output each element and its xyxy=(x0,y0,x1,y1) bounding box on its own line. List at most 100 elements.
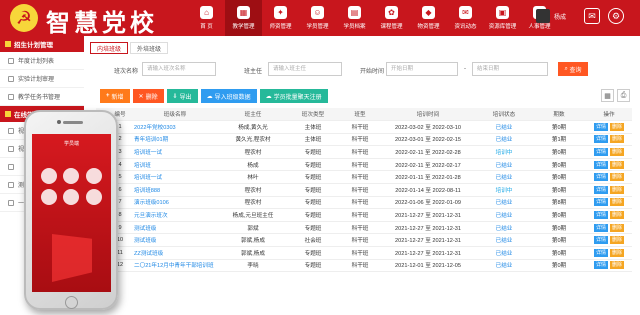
class-type: 专题班 xyxy=(286,208,340,222)
detail-button[interactable]: 详情 xyxy=(593,173,608,182)
delete-row-button[interactable]: 删除 xyxy=(610,223,625,232)
row-actions: 详情 删除 xyxy=(586,259,632,273)
sidebar-item[interactable]: 教学任务书管理 xyxy=(0,88,84,106)
class-type: 专题班 xyxy=(286,158,340,172)
nav-item-6[interactable]: ◆ 物资管理 xyxy=(410,0,447,36)
class-name-link[interactable]: ZZ测试班级 xyxy=(130,246,220,260)
print-icon[interactable]: ⎙ xyxy=(617,89,630,102)
message-icon[interactable]: ✉ xyxy=(584,8,600,24)
app-tile xyxy=(63,168,80,184)
delete-row-button[interactable]: 删除 xyxy=(610,211,625,220)
column-filter-icon[interactable]: ▦ xyxy=(601,89,614,102)
class-name-link[interactable]: 培训班一试 xyxy=(130,170,220,185)
delete-row-button[interactable]: 删除 xyxy=(610,261,625,270)
row-actions: 详情 删除 xyxy=(586,221,632,235)
class-name-link[interactable]: 元旦演示班次 xyxy=(130,208,220,222)
training-status: 已结业 xyxy=(476,170,532,185)
news-icon: ✉ xyxy=(459,6,472,19)
search-icon: ⌕ xyxy=(564,65,568,72)
class-name-link[interactable]: 测试班级 xyxy=(130,221,220,235)
detail-button[interactable]: 详情 xyxy=(593,135,608,144)
delete-row-button[interactable]: 删除 xyxy=(610,248,625,257)
nav-item-1[interactable]: ▦ 教学管理 xyxy=(225,0,262,36)
class-name-link[interactable]: 培训班 xyxy=(130,158,220,172)
table-row: 9 测试班级 郭斌 专题班 科干班 2021-12-27 至 2021-12-31 已结业第… xyxy=(96,221,632,235)
class-name-link[interactable]: 测试班级 xyxy=(130,233,220,248)
class-type: 专题班 xyxy=(286,170,340,185)
end-date-input[interactable]: 结束日期 xyxy=(472,62,548,76)
detail-button[interactable]: 详情 xyxy=(593,248,608,257)
delete-row-button[interactable]: 删除 xyxy=(610,185,625,194)
head-teacher-input[interactable]: 请输入班主任 xyxy=(268,62,342,76)
flag-graphic xyxy=(52,234,92,282)
nav-item-7[interactable]: ✉ 资讯动态 xyxy=(447,0,484,36)
section-label: 招生计划管理 xyxy=(14,42,53,49)
detail-button[interactable]: 详情 xyxy=(593,148,608,157)
tab-internal-class[interactable]: 内培班级 xyxy=(90,42,129,54)
student-icon: ☺ xyxy=(311,6,324,19)
detail-button[interactable]: 详情 xyxy=(593,122,608,131)
nav-item-8[interactable]: ▣ 资源库管理 xyxy=(484,0,521,36)
training-status: 已结业 xyxy=(476,259,532,273)
class-name-link[interactable]: 青年培训01期 xyxy=(130,133,220,147)
user-menu[interactable]: 杨成 xyxy=(535,9,566,23)
start-date-input[interactable]: 开始日期 xyxy=(386,62,458,76)
head-teacher: 黄久光,程农村 xyxy=(220,133,286,147)
delete-row-button[interactable]: 删除 xyxy=(610,173,625,182)
sidebar-item[interactable]: 年度计划列表 xyxy=(0,52,84,70)
delete-row-button[interactable]: 删除 xyxy=(610,198,625,207)
batch-register-button[interactable]: ☁ 学员批量聚天注册 xyxy=(259,89,328,103)
delete-row-button[interactable]: 删除 xyxy=(610,135,625,144)
delete-row-button[interactable]: 删除 xyxy=(610,236,625,245)
class-name-link[interactable]: 培训班一试 xyxy=(130,145,220,159)
table-row: 6 培训班888 程农村 专题班 科干班 2022-01-14 至 2022-08-11 培… xyxy=(96,183,632,197)
add-button[interactable]: + 新增 xyxy=(100,89,130,103)
class-name-input[interactable]: 请输入班次名称 xyxy=(142,62,216,76)
detail-button[interactable]: 详情 xyxy=(593,185,608,194)
class-name-link[interactable]: 演示班级0106 xyxy=(130,196,220,210)
class-category: 科干班 xyxy=(340,196,380,210)
detail-button[interactable]: 详情 xyxy=(593,198,608,207)
training-period: 2022-03-01 至 2022-02-15 xyxy=(380,133,476,147)
button-label: 导入班级数据 xyxy=(214,94,251,101)
class-name-link[interactable]: 2022年党校0303 xyxy=(130,120,220,134)
class-name-link[interactable]: 二〇21年12月中青年干部培训班 xyxy=(130,259,220,273)
nav-item-label: 资讯动态 xyxy=(454,24,477,30)
section-icon xyxy=(5,111,11,117)
user-name: 杨成 xyxy=(553,14,566,21)
detail-button[interactable]: 详情 xyxy=(593,236,608,245)
search-button[interactable]: ⌕ 查询 xyxy=(558,62,588,76)
term-number: 第1期 xyxy=(532,133,586,147)
row-actions: 详情 删除 xyxy=(586,183,632,197)
term-number: 第0期 xyxy=(532,170,586,185)
button-icon: + xyxy=(106,93,110,99)
nav-item-4[interactable]: ▤ 学员档案 xyxy=(336,0,373,36)
head-teacher: 郭斌,杨成 xyxy=(220,246,286,260)
class-category: 科干班 xyxy=(340,145,380,159)
button-label: 学员批量聚天注册 xyxy=(273,94,322,101)
delete-row-button[interactable]: 删除 xyxy=(610,148,625,157)
import-class-button[interactable]: ☁ 导入班级数据 xyxy=(200,89,257,103)
nav-item-3[interactable]: ☺ 学员管理 xyxy=(299,0,336,36)
training-period: 2022-01-11 至 2022-01-28 xyxy=(380,170,476,185)
detail-button[interactable]: 详情 xyxy=(593,223,608,232)
class-category: 科干班 xyxy=(340,133,380,147)
detail-button[interactable]: 详情 xyxy=(593,261,608,270)
delete-row-button[interactable]: 删除 xyxy=(610,160,625,169)
nav-item-5[interactable]: ✿ 课程管理 xyxy=(373,0,410,36)
detail-button[interactable]: 详情 xyxy=(593,211,608,220)
export-button[interactable]: ⇩ 导出 xyxy=(166,89,198,103)
sidebar-section-enrollment[interactable]: 招生计划管理 xyxy=(0,36,84,52)
tab-external-class[interactable]: 外培班级 xyxy=(130,42,169,54)
nav-item-0[interactable]: ⌂ 首 页 xyxy=(188,0,225,36)
term-number: 第8期 xyxy=(532,196,586,210)
delete-button[interactable]: ✕ 删除 xyxy=(132,89,164,103)
sidebar-item[interactable]: 实验计划审理 xyxy=(0,70,84,88)
settings-icon[interactable]: ⚙ xyxy=(608,8,624,24)
class-category: 科干班 xyxy=(340,183,380,197)
nav-item-2[interactable]: ✦ 师资管理 xyxy=(262,0,299,36)
detail-button[interactable]: 详情 xyxy=(593,160,608,169)
archive-icon: ▤ xyxy=(348,6,361,19)
class-name-link[interactable]: 培训班888 xyxy=(130,183,220,197)
delete-row-button[interactable]: 删除 xyxy=(610,122,625,131)
